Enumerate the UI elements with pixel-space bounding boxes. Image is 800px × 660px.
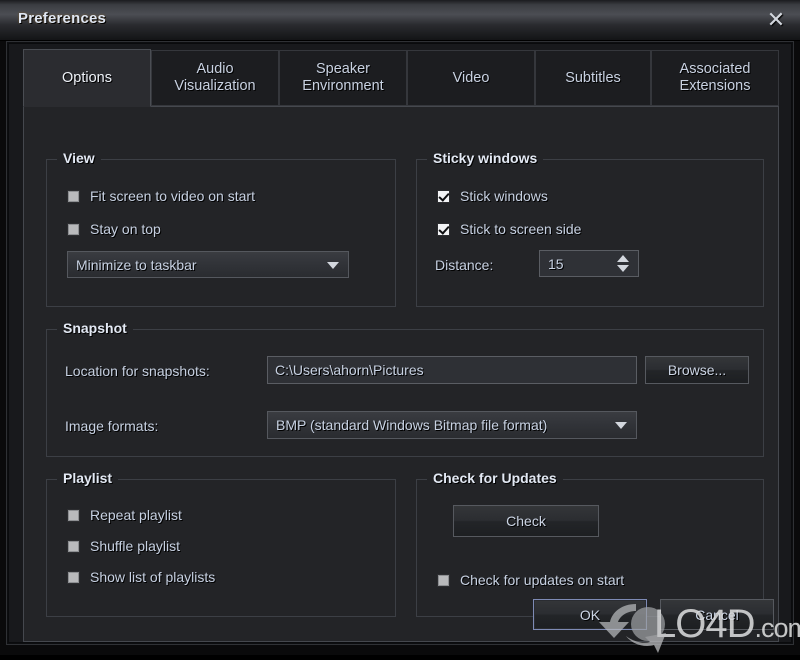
image-formats-value: BMP (standard Windows Bitmap file format… [276, 417, 547, 433]
stepper-down-icon[interactable] [617, 265, 629, 272]
checkbox-show-list-of-playlists-box[interactable] [67, 571, 80, 584]
preferences-window: Preferences ✕ Options AudioVisualization… [0, 0, 800, 655]
checkbox-fit-screen-to-video[interactable]: Fit screen to video on start [67, 188, 255, 204]
group-playlist-title: Playlist [57, 470, 118, 486]
window-title: Preferences [18, 10, 106, 27]
snapshot-location-label: Location for snapshots: [65, 363, 210, 379]
ok-button-label: OK [580, 607, 600, 623]
checkbox-stick-windows[interactable]: Stick windows [437, 188, 548, 204]
chevron-down-icon [615, 422, 627, 429]
check-updates-button-label: Check [506, 513, 546, 529]
group-view-title: View [57, 150, 101, 166]
checkbox-shuffle-playlist[interactable]: Shuffle playlist [67, 538, 180, 554]
group-sticky-windows: Sticky windows Stick windows Stick to sc… [416, 159, 764, 307]
tab-panel: View Fit screen to video on start Stay o… [23, 106, 779, 642]
group-snapshot-title: Snapshot [57, 320, 133, 336]
checkbox-repeat-playlist-box[interactable] [67, 509, 80, 522]
group-sticky-windows-title: Sticky windows [427, 150, 543, 166]
snapshot-location-value: C:\Users\ahorn\Pictures [275, 362, 424, 378]
dialog-client: Options AudioVisualization SpeakerEnviro… [6, 41, 794, 645]
checkbox-fit-screen-to-video-label: Fit screen to video on start [90, 188, 255, 204]
checkbox-show-list-of-playlists-label: Show list of playlists [90, 569, 215, 585]
checkbox-stick-windows-label: Stick windows [460, 188, 548, 204]
checkbox-repeat-playlist[interactable]: Repeat playlist [67, 507, 182, 523]
minimize-behavior-combobox[interactable]: Minimize to taskbar [67, 251, 349, 278]
tab-speaker-environment[interactable]: SpeakerEnvironment [279, 50, 407, 106]
ok-button[interactable]: OK [533, 599, 647, 630]
distance-stepper[interactable]: 15 [539, 250, 639, 277]
cancel-button[interactable]: Cancel [660, 599, 774, 630]
image-formats-label: Image formats: [65, 418, 158, 434]
chevron-down-icon [327, 262, 339, 269]
checkbox-stay-on-top[interactable]: Stay on top [67, 221, 161, 237]
tab-audio-visualization[interactable]: AudioVisualization [151, 50, 279, 106]
tab-video-label: Video [453, 70, 490, 87]
tab-associated-extensions-label: AssociatedExtensions [680, 61, 751, 95]
tab-subtitles-label: Subtitles [565, 70, 621, 87]
cancel-button-label: Cancel [695, 607, 739, 623]
group-check-for-updates-title: Check for Updates [427, 470, 563, 486]
title-bar: Preferences ✕ [0, 0, 800, 41]
minimize-behavior-value: Minimize to taskbar [76, 257, 197, 273]
group-check-for-updates: Check for Updates Check Check for update… [416, 479, 764, 617]
checkbox-repeat-playlist-label: Repeat playlist [90, 507, 182, 523]
distance-value: 15 [548, 256, 564, 272]
checkbox-shuffle-playlist-label: Shuffle playlist [90, 538, 180, 554]
checkbox-check-updates-on-start-label: Check for updates on start [460, 572, 624, 588]
distance-label: Distance: [435, 257, 493, 273]
snapshot-location-input[interactable]: C:\Users\ahorn\Pictures [267, 356, 637, 384]
browse-button[interactable]: Browse... [645, 356, 749, 384]
checkbox-stay-on-top-label: Stay on top [90, 221, 161, 237]
checkbox-check-updates-on-start-box[interactable] [437, 574, 450, 587]
browse-button-label: Browse... [668, 362, 726, 378]
checkbox-stick-windows-box[interactable] [437, 190, 450, 203]
checkbox-stick-to-screen-side-box[interactable] [437, 223, 450, 236]
checkbox-shuffle-playlist-box[interactable] [67, 540, 80, 553]
group-playlist: Playlist Repeat playlist Shuffle playlis… [46, 479, 396, 617]
checkbox-stick-to-screen-side[interactable]: Stick to screen side [437, 221, 581, 237]
group-snapshot: Snapshot Location for snapshots: C:\User… [46, 329, 764, 457]
tab-speaker-environment-label: SpeakerEnvironment [302, 61, 383, 95]
checkbox-stick-to-screen-side-label: Stick to screen side [460, 221, 581, 237]
check-updates-button[interactable]: Check [453, 505, 599, 537]
stepper-up-icon[interactable] [617, 255, 629, 262]
checkbox-show-list-of-playlists[interactable]: Show list of playlists [67, 569, 215, 585]
options-page: View Fit screen to video on start Stay o… [24, 107, 778, 641]
checkbox-fit-screen-to-video-box[interactable] [67, 190, 80, 203]
tab-associated-extensions[interactable]: AssociatedExtensions [651, 50, 779, 106]
tab-options-label: Options [62, 70, 112, 87]
dialog-client-inner: Options AudioVisualization SpeakerEnviro… [8, 43, 792, 643]
tab-audio-visualization-label: AudioVisualization [174, 61, 255, 95]
tab-video[interactable]: Video [407, 50, 535, 106]
checkbox-stay-on-top-box[interactable] [67, 223, 80, 236]
tab-strip: Options AudioVisualization SpeakerEnviro… [23, 50, 779, 106]
tab-options[interactable]: Options [23, 49, 151, 107]
image-formats-combobox[interactable]: BMP (standard Windows Bitmap file format… [267, 411, 637, 439]
group-view: View Fit screen to video on start Stay o… [46, 159, 396, 307]
tab-subtitles[interactable]: Subtitles [535, 50, 651, 106]
close-icon[interactable]: ✕ [760, 6, 792, 36]
checkbox-check-updates-on-start[interactable]: Check for updates on start [437, 572, 624, 588]
